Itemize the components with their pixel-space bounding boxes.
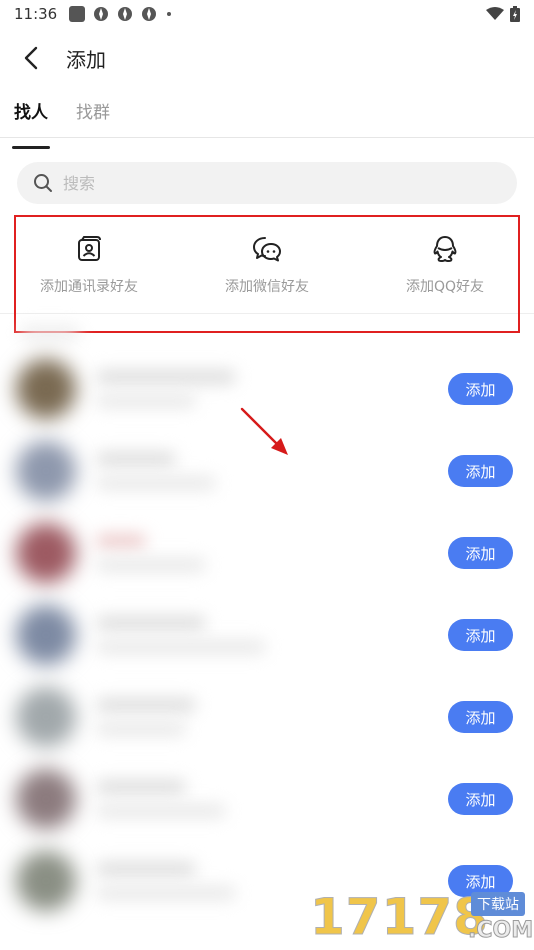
blurred-text [20,326,80,340]
watermark-digits: 17178 [310,888,489,947]
add-friend-button[interactable]: 添加 [448,619,513,651]
list-item: 添加 [0,758,534,840]
search-bar[interactable] [17,162,517,204]
list-item: 添加 [0,676,534,758]
header: 添加 [0,30,534,86]
blurred-name [96,862,196,876]
avatar [16,605,76,665]
more-notifications-icon [167,12,172,16]
avatar [16,359,76,419]
blurred-name [96,452,176,466]
blurred-subtitle [96,394,196,408]
notification-app-icon [142,7,157,21]
add-friend-button[interactable]: 添加 [448,537,513,569]
avatar [16,687,76,747]
list-item: 添加 [0,594,534,676]
notification-app-icon [118,7,133,21]
watermark-tag: 下载站 [471,892,525,916]
list-item [0,318,534,348]
status-time: 11:36 [14,5,58,23]
search-input[interactable] [63,173,483,193]
avatar [16,523,76,583]
wifi-icon [486,7,504,20]
avatar [16,441,76,501]
tab-find-people[interactable]: 找人 [12,90,50,149]
site-watermark: 17178 下载站 .COM [306,888,534,950]
blurred-subtitle [96,722,186,736]
blurred-name [96,780,186,794]
blurred-subtitle [96,476,216,490]
add-friend-button[interactable]: 添加 [448,455,513,487]
notification-app-icon [94,7,109,21]
list-item: 添加 [0,512,534,594]
avatar [16,769,76,829]
avatar [16,851,76,911]
blurred-name [96,534,146,548]
blurred-subtitle [96,886,236,900]
page-title: 添加 [66,47,106,72]
back-button[interactable] [12,38,52,78]
blurred-name [96,698,196,712]
blurred-subtitle [96,640,266,654]
add-friend-button[interactable]: 添加 [448,783,513,815]
tab-find-groups[interactable]: 找群 [76,90,110,137]
add-friend-button[interactable]: 添加 [448,373,513,405]
tab-bar: 找人 找群 [0,90,534,149]
blurred-subtitle [96,804,226,818]
status-bar: 11:36 [0,0,534,28]
add-friend-button[interactable]: 添加 [448,701,513,733]
watermark-domain: .COM [467,918,534,944]
notification-square-icon [69,6,86,22]
chevron-left-icon [24,46,38,70]
battery-icon [510,6,520,22]
blurred-name [96,370,236,384]
annotation-highlight-box [14,215,520,333]
blurred-subtitle [96,558,206,572]
blurred-name [96,616,206,630]
annotation-arrow-icon [240,407,288,455]
search-icon [34,174,52,192]
